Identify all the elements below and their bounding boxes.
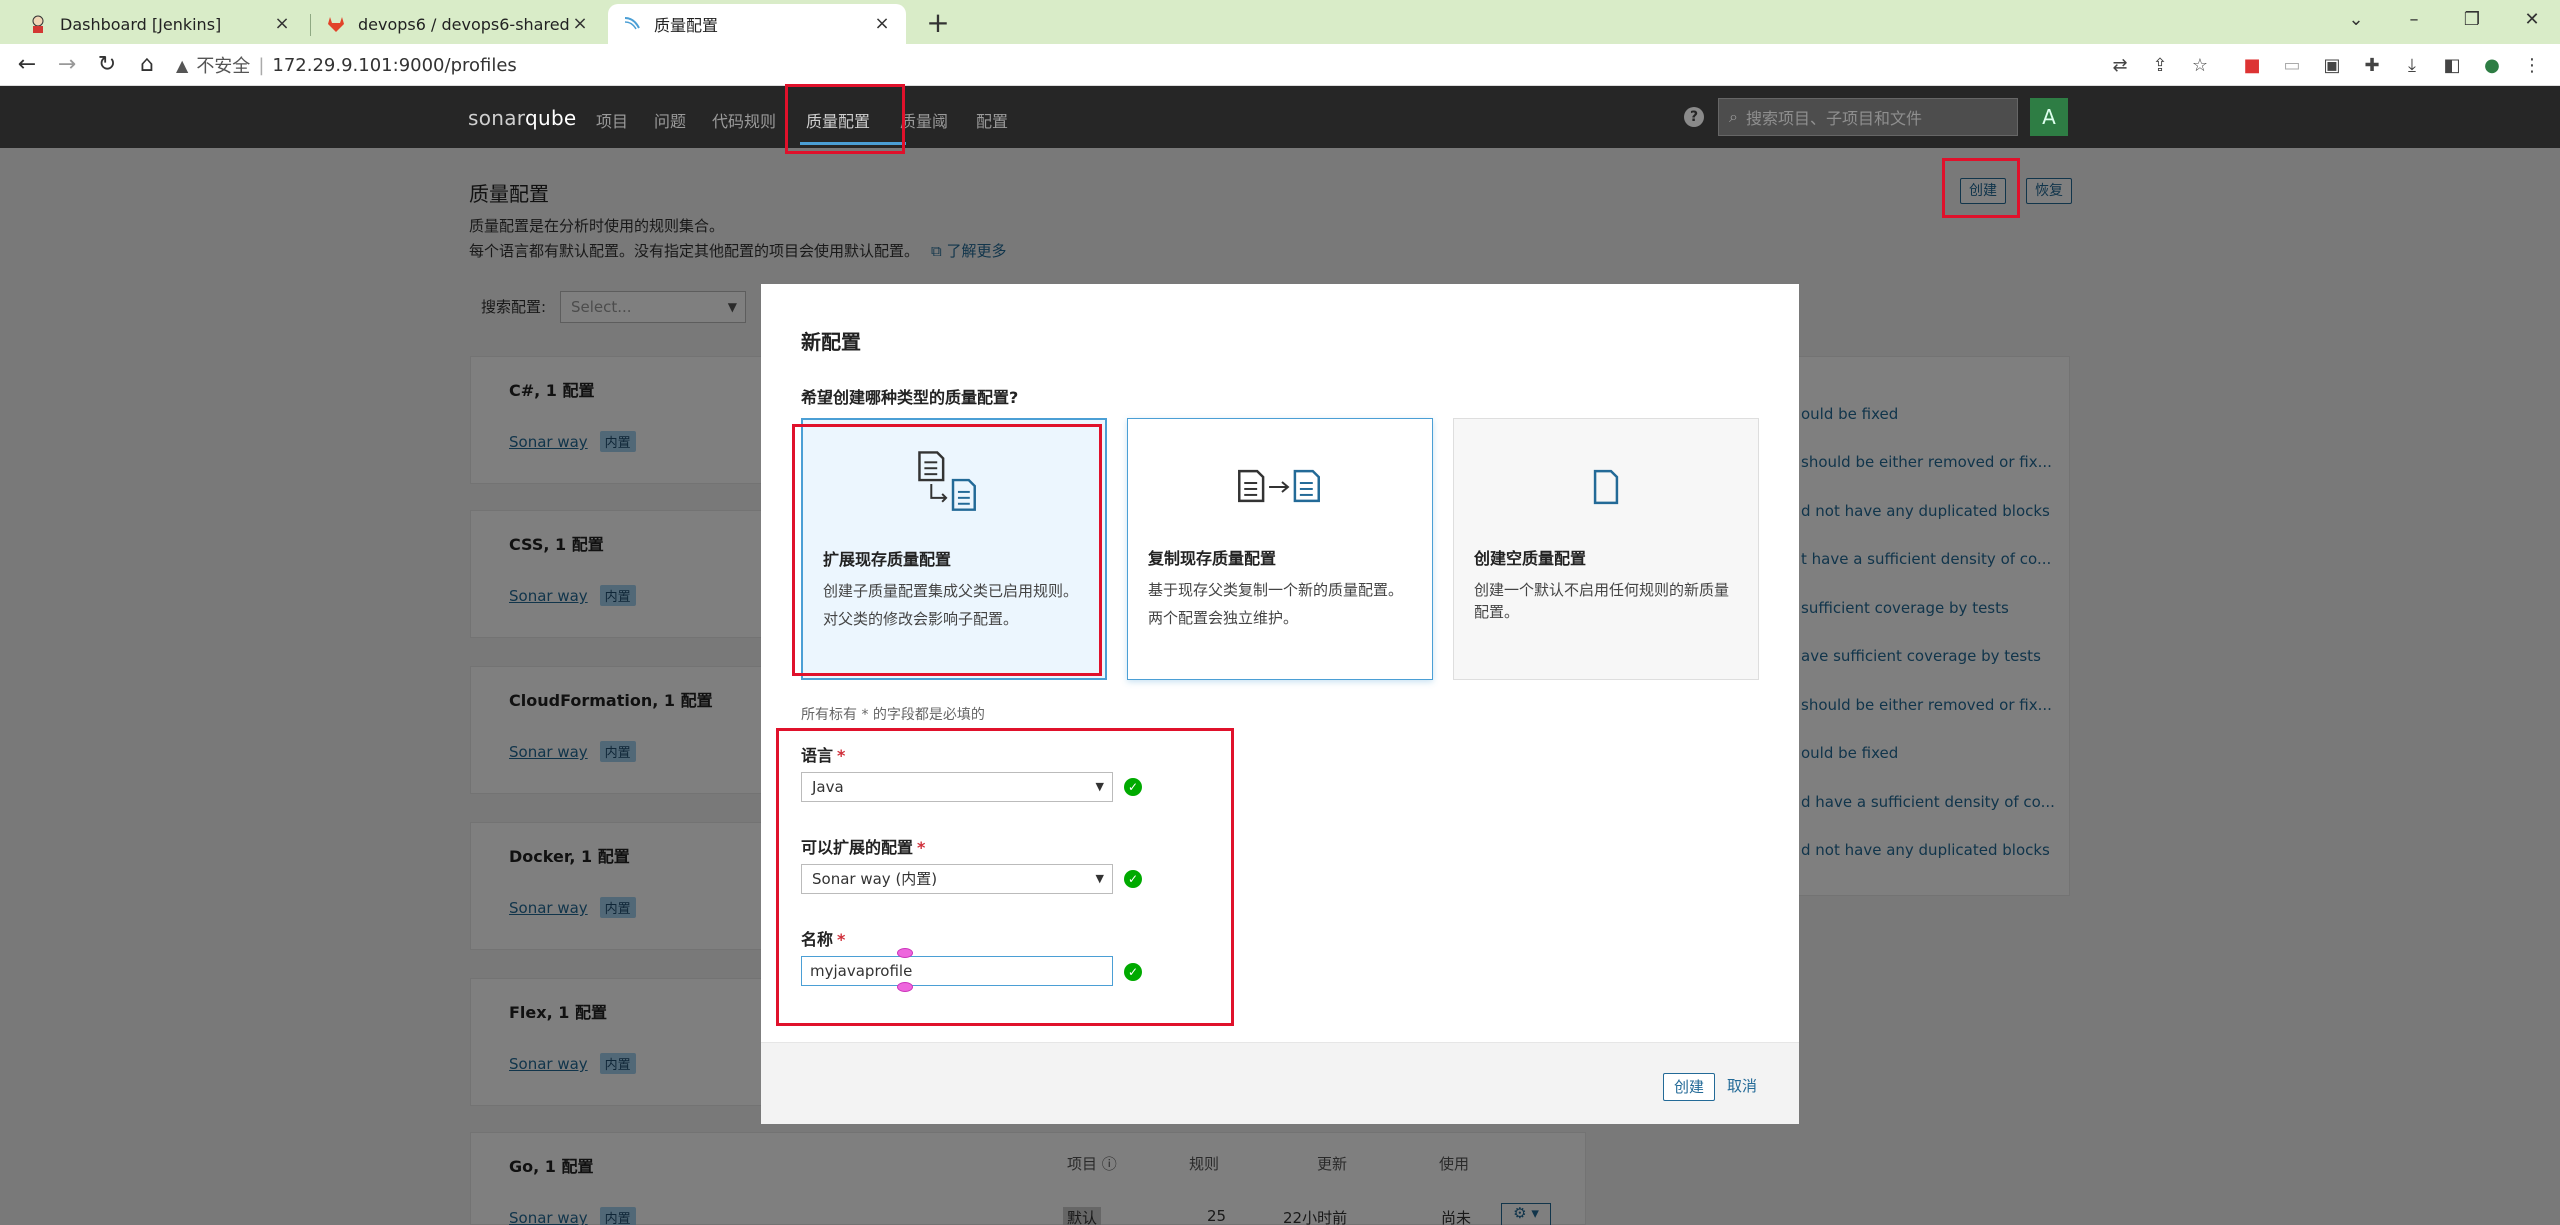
choice-description: 基于现存父类复制一个新的质量配置。 两个配置会独立维护。 — [1148, 579, 1416, 635]
url-text: 172.29.9.101:9000/profiles — [272, 54, 517, 76]
help-icon[interactable]: ? — [1684, 107, 1704, 127]
nav-quality-gates[interactable]: 质量阈 — [900, 108, 948, 132]
choice-description: 创建一个默认不启用任何规则的新质量配置。 — [1474, 579, 1742, 629]
tab-search-icon[interactable]: ⌄ — [2336, 4, 2376, 36]
menu-kebab-icon[interactable]: ⋮ — [2520, 54, 2544, 78]
new-tab-button[interactable]: + — [922, 8, 954, 40]
forward-icon[interactable]: → — [52, 50, 82, 80]
gitlab-icon — [328, 17, 344, 32]
tab-jenkins[interactable]: Dashboard [Jenkins] × — [14, 4, 306, 44]
extension-badge-icon[interactable]: ▣ — [2320, 54, 2344, 78]
sonarqube-navbar: sonarqube 项目 问题 代码规则 质量配置 质量阈 配置 ? ⌕ 搜索项… — [0, 86, 2560, 148]
nav-issues[interactable]: 问题 — [654, 108, 686, 132]
logo-text-bold: qube — [524, 106, 577, 130]
required-fields-note: 所有标有 * 的字段都是必填的 — [801, 707, 985, 723]
translate-icon[interactable]: ⇄ — [2108, 54, 2132, 78]
choice-desc-line: 创建一个默认不启用任何规则的新质量配置。 — [1474, 581, 1730, 621]
profile-type-question: 希望创建哪种类型的质量配置? — [801, 388, 1019, 407]
annotation-box-extend-choice — [792, 424, 1102, 676]
reload-icon[interactable]: ↻ — [92, 50, 122, 80]
window-close-icon[interactable]: ✕ — [2512, 4, 2552, 36]
nav-projects[interactable]: 项目 — [596, 108, 628, 132]
tab-sonarqube[interactable]: 质量配置 × — [608, 4, 906, 44]
back-icon[interactable]: ← — [12, 50, 42, 80]
dialog-title: 新配置 — [801, 330, 861, 354]
sonarqube-logo[interactable]: sonarqube — [468, 106, 577, 130]
security-label: 不安全 — [196, 56, 251, 77]
annotation-box-create — [1942, 158, 2020, 218]
tab-title: 质量配置 — [654, 16, 719, 35]
choice-copy-profile[interactable]: 复制现存质量配置 基于现存父类复制一个新的质量配置。 两个配置会独立维护。 — [1127, 418, 1433, 680]
dialog-footer: 创建 取消 — [761, 1042, 1799, 1124]
minimize-icon[interactable]: – — [2394, 4, 2434, 36]
home-icon[interactable]: ⌂ — [132, 50, 162, 80]
empty-profile-icon — [1593, 469, 1619, 505]
extension-red-icon[interactable]: ■ — [2240, 54, 2264, 78]
download-icon[interactable]: ⤓ — [2400, 54, 2424, 78]
choice-desc-line: 基于现存父类复制一个新的质量配置。 — [1148, 581, 1404, 599]
extensions-puzzle-icon[interactable]: ✚ — [2360, 54, 2384, 78]
address-toolbar: ← → ↻ ⌂ ▲ 不安全 | 172.29.9.101:9000/profil… — [0, 44, 2560, 86]
choice-title: 创建空质量配置 — [1474, 549, 1587, 568]
tab-title: Dashboard [Jenkins] — [60, 14, 222, 34]
annotation-box-form — [776, 728, 1234, 1026]
warning-icon: ▲ — [176, 55, 189, 75]
restore-icon[interactable]: ❐ — [2452, 4, 2492, 36]
side-panel-icon[interactable]: ◧ — [2440, 54, 2464, 78]
profile-icon[interactable]: ● — [2480, 54, 2504, 78]
copy-profile-icon — [1238, 469, 1320, 503]
close-icon[interactable]: × — [872, 14, 892, 34]
share-icon[interactable]: ⇪ — [2148, 54, 2172, 78]
extension-gray-icon[interactable]: ▭ — [2280, 54, 2304, 78]
tab-title: devops6 / devops6-shared-lib — [358, 14, 570, 34]
avatar[interactable]: A — [2030, 98, 2068, 136]
jenkins-icon — [32, 15, 44, 33]
choice-title: 复制现存质量配置 — [1148, 549, 1277, 568]
search-placeholder: 搜索项目、子项目和文件 — [1745, 109, 1922, 128]
search-icon: ⌕ — [1729, 107, 1738, 126]
cancel-button[interactable]: 取消 — [1727, 1075, 1757, 1096]
tab-separator — [310, 14, 311, 36]
choice-desc-line-2: 两个配置会独立维护。 — [1148, 609, 1299, 627]
logo-text: sonar — [468, 106, 525, 130]
bookmark-star-icon[interactable]: ☆ — [2188, 54, 2212, 78]
nav-rules[interactable]: 代码规则 — [712, 108, 776, 132]
tab-gitlab[interactable]: devops6 / devops6-shared-lib × — [312, 4, 604, 44]
divider: | — [258, 54, 265, 76]
nav-administration[interactable]: 配置 — [976, 108, 1008, 132]
close-icon[interactable]: × — [570, 14, 590, 34]
annotation-box-nav — [785, 84, 905, 154]
address-bar[interactable]: ▲ 不安全 | 172.29.9.101:9000/profiles — [176, 49, 2156, 81]
browser-tab-strip: Dashboard [Jenkins] × devops6 / devops6-… — [0, 0, 2560, 44]
create-button[interactable]: 创建 — [1663, 1073, 1715, 1101]
choice-empty-profile[interactable]: 创建空质量配置 创建一个默认不启用任何规则的新质量配置。 — [1453, 418, 1759, 680]
sonarqube-icon — [624, 17, 640, 30]
global-search-input[interactable]: ⌕ 搜索项目、子项目和文件 — [1718, 98, 2018, 136]
close-icon[interactable]: × — [272, 14, 292, 34]
